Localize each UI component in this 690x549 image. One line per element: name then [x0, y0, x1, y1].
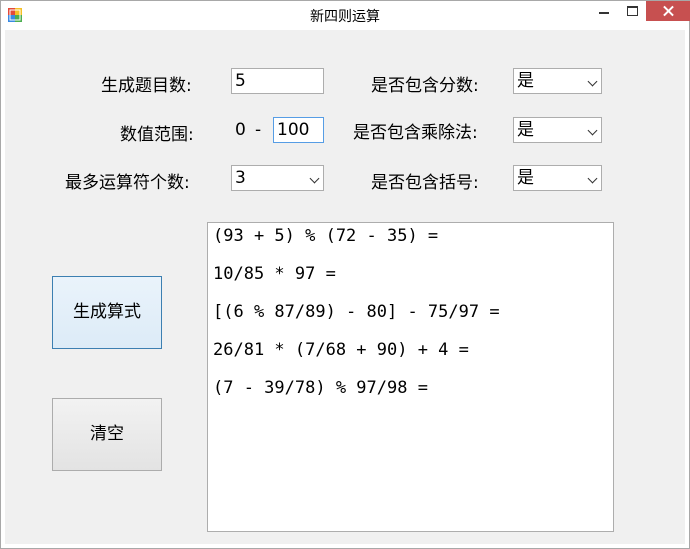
title-bar[interactable]: 新四则运算: [1, 1, 690, 30]
fraction-label: 是否包含分数:: [371, 76, 479, 96]
paren-select[interactable]: 是: [513, 165, 602, 191]
close-icon[interactable]: [646, 1, 690, 21]
max-ops-select[interactable]: 3: [231, 165, 324, 191]
expression-line: (7 - 39/78) % 97/98 =: [213, 378, 428, 398]
fraction-select-value: 是: [517, 71, 534, 91]
muldiv-select-value: 是: [517, 120, 534, 140]
muldiv-select[interactable]: 是: [513, 117, 602, 143]
range-min: 0: [235, 120, 246, 140]
max-ops-select-value: 3: [235, 168, 246, 188]
expression-line: (93 + 5) % (72 - 35) =: [213, 226, 439, 246]
expression-line: 10/85 * 97 =: [213, 264, 336, 284]
range-label: 数值范围:: [120, 125, 194, 145]
chevron-down-icon[interactable]: [587, 125, 598, 136]
paren-select-value: 是: [517, 168, 534, 188]
muldiv-label: 是否包含乘除法:: [353, 123, 478, 143]
main-window: 新四则运算 生成题目数: 5 是否包含分数: 是 数值范围: 0 - 100 是…: [0, 0, 690, 549]
output-textarea[interactable]: (93 + 5) % (72 - 35) = 10/85 * 97 = [(6 …: [207, 222, 614, 532]
clear-button[interactable]: 清空: [52, 398, 162, 471]
fraction-select[interactable]: 是: [513, 68, 602, 94]
count-label: 生成题目数:: [101, 76, 192, 96]
range-dash: -: [255, 120, 262, 140]
minimize-icon[interactable]: [589, 1, 619, 23]
range-max-input[interactable]: 100: [273, 117, 324, 143]
form-client-area: 生成题目数: 5 是否包含分数: 是 数值范围: 0 - 100 是否包含乘除法…: [5, 30, 685, 544]
chevron-down-icon[interactable]: [309, 173, 320, 184]
expression-line: 26/81 * (7/68 + 90) + 4 =: [213, 340, 469, 360]
max-ops-label: 最多运算符个数:: [65, 173, 190, 193]
paren-label: 是否包含括号:: [371, 173, 479, 193]
count-input[interactable]: 5: [231, 68, 324, 94]
chevron-down-icon[interactable]: [587, 76, 598, 87]
chevron-down-icon[interactable]: [587, 173, 598, 184]
expression-line: [(6 % 87/89) - 80] - 75/97 =: [213, 302, 500, 322]
maximize-icon[interactable]: [618, 1, 646, 23]
window-title: 新四则运算: [310, 9, 380, 25]
generate-button[interactable]: 生成算式: [52, 276, 162, 349]
